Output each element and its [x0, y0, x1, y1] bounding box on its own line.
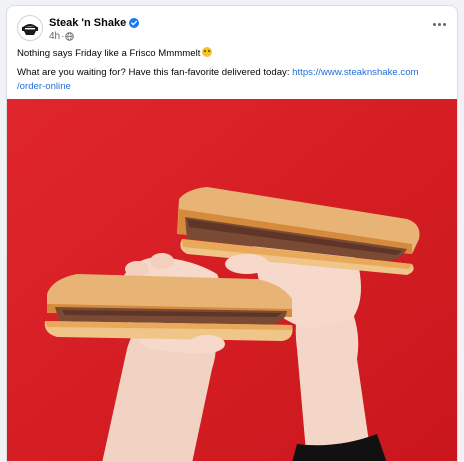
post-header: Steak 'n Shake 4h·: [7, 6, 457, 46]
post-message: Nothing says Friday like a Frisco Mmmmel…: [17, 47, 445, 94]
post-timestamp[interactable]: 4h: [49, 31, 60, 42]
verified-badge-icon: [129, 18, 140, 32]
sandwich-photo-illustration: [7, 99, 457, 461]
more-options-icon: [432, 22, 436, 26]
page-avatar[interactable]: [17, 15, 43, 41]
post-line-1-text: Nothing says Friday like a Frisco Mmmmel…: [17, 48, 201, 59]
grinning-face-icon: [202, 47, 213, 57]
more-options-dot: [437, 22, 441, 26]
globe-icon[interactable]: [65, 32, 75, 45]
post-meta: 4h·: [49, 31, 75, 45]
post-photo[interactable]: [7, 99, 457, 461]
page-name-text[interactable]: Steak 'n Shake: [49, 17, 126, 29]
meta-separator: ·: [61, 31, 65, 42]
post-card: Steak 'n Shake 4h· Nothing says Friday l…: [6, 5, 458, 462]
more-options-dot: [442, 22, 446, 26]
post-line-1: Nothing says Friday like a Frisco Mmmmel…: [17, 47, 445, 61]
page-name[interactable]: Steak 'n Shake: [49, 16, 140, 32]
link-part-2[interactable]: /order-online: [17, 81, 71, 92]
post-line-2: What are you waiting for? Have this fan-…: [17, 66, 445, 94]
post-line-2-text: What are you waiting for? Have this fan-…: [17, 67, 293, 78]
more-options-button[interactable]: [427, 14, 451, 34]
link-part-1[interactable]: https://www.steaknshake.com: [292, 67, 418, 78]
steak-n-shake-logo-icon: [19, 17, 41, 39]
